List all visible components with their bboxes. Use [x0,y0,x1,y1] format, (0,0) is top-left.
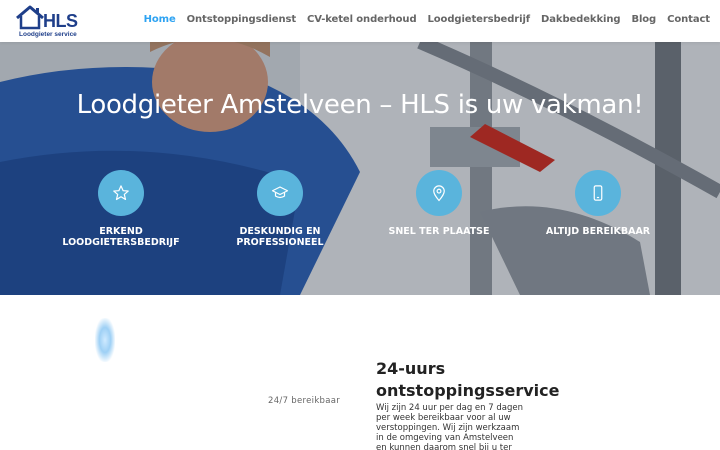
feature-circle [257,170,303,216]
feature-deskundig: DESKUNDIG EN PROFESSIONEEL [205,170,355,248]
house-logo-icon [16,5,44,30]
service-title: 24-uurs ontstoppingsservice [376,359,560,400]
feature-circle [416,170,462,216]
graduation-cap-icon [271,186,289,199]
service-description: Wij zijn 24 uur per dag en 7 dagen per w… [376,403,523,450]
feature-label: ERKEND LOODGIETERSBEDRIJF [62,226,180,248]
feature-circle [98,170,144,216]
feature-label: DESKUNDIG EN PROFESSIONEEL [236,226,324,248]
hero-banner: Loodgieter Amstelveen – HLS is uw vakman… [0,42,720,295]
star-icon [113,185,129,201]
feature-circle [575,170,621,216]
feature-label: SNEL TER PLAATSE [388,226,490,237]
feature-snel: SNEL TER PLAATSE [364,170,514,237]
nav-item-loodgietersbedrijf[interactable]: Loodgietersbedrijf [428,14,531,25]
availability-caption: 24/7 bereikbaar [268,396,341,406]
hero-title: Loodgieter Amstelveen – HLS is uw vakman… [76,90,644,120]
logo-name: HLS [43,11,78,31]
location-pin-icon [433,185,445,202]
plumber-photo [0,42,720,295]
nav-item-cv-ketel-onderhoud[interactable]: CV-ketel onderhoud [307,14,417,25]
site-header: HLS Loodgieter service Home Ontstoppings… [0,0,720,42]
feature-erkend: ERKEND LOODGIETERSBEDRIJF [46,170,196,248]
logo-tagline: Loodgieter service [19,31,77,38]
nav-item-contact[interactable]: Contact [667,14,710,25]
feature-bereikbaar: ALTIJD BEREIKBAAR [523,170,673,237]
nav-item-home[interactable]: Home [144,14,176,25]
decorative-glow [95,318,115,362]
nav-item-ontstoppingsdienst[interactable]: Ontstoppingsdienst [187,14,297,25]
nav-item-blog[interactable]: Blog [631,14,656,25]
phone-icon [593,185,603,201]
feature-label: ALTIJD BEREIKBAAR [545,226,651,237]
nav-item-dakbedekking[interactable]: Dakbedekking [541,14,620,25]
hls-logo[interactable]: HLS Loodgieter service [14,4,86,38]
main-nav: Home Ontstoppingsdienst CV-ketel onderho… [144,14,711,25]
